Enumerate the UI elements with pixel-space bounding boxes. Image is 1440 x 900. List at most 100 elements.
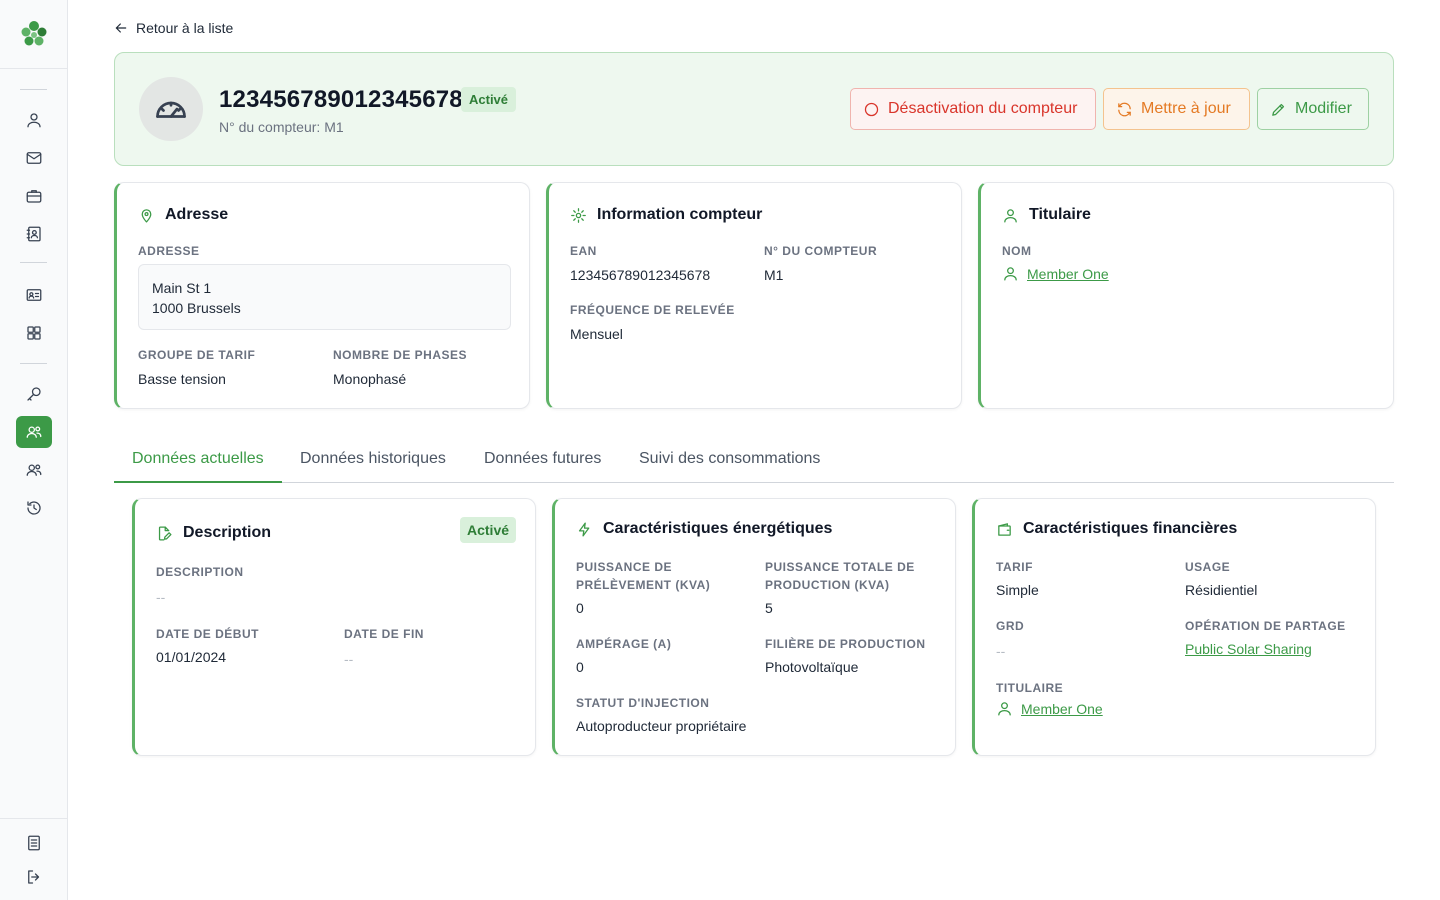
production-power-value: 5 [765,600,773,616]
ean-value: 123456789012345678 [570,267,711,283]
meter-info-card: Information compteur EAN 123456789012345… [546,182,962,409]
finance-holder-link[interactable]: Member One [996,700,1103,717]
tariff-value: Simple [996,582,1039,598]
tab-historical-data[interactable]: Données historiques [300,436,446,482]
update-button[interactable]: Mettre à jour [1103,88,1250,130]
meter-header: 123456789012345678 Activé N° du compteur… [114,52,1394,166]
meter-number-subtitle: N° du compteur: M1 [219,119,344,135]
draw-power-value: 0 [576,600,584,616]
id-card-icon [26,289,42,301]
draw-power-label-line1: PUISSANCE DE [576,560,673,574]
sidebar-item-identities[interactable] [16,279,52,311]
injection-status-value: Autoproducteur propriétaire [576,718,747,734]
sidebar-item-members[interactable] [16,416,52,448]
holder-title-text: Titulaire [1029,206,1091,223]
sidebar-item-dashboard[interactable] [16,317,52,349]
address-card-title: Adresse [138,206,228,224]
search-key-icon [27,387,41,401]
sidebar-separator [20,262,47,263]
lightning-icon [578,521,590,537]
grid-icon [27,326,41,340]
amperage-value: 0 [576,659,584,675]
sidebar-item-organizations[interactable] [16,180,52,212]
injection-status-label: STATUT D'INJECTION [576,696,710,710]
phases-label: NOMBRE DE PHASES [333,348,468,362]
holder-member-name: Member One [1027,265,1109,282]
tariff-label: TARIF [996,560,1033,574]
description-label: DESCRIPTION [156,565,244,579]
refresh-icon [1118,102,1131,116]
meter-avatar [139,77,203,141]
start-date-value: 01/01/2024 [156,649,227,665]
holder-card: Titulaire NOM Member One [978,182,1394,409]
holder-member-link[interactable]: Member One [1002,265,1109,282]
deactivate-meter-button[interactable]: Désactivation du compteur [850,88,1096,130]
circle-icon [864,102,879,116]
energy-card-title: Caractéristiques énergétiques [576,520,832,538]
production-power-label: PUISSANCE TOTALE DE PRODUCTION (KVA) [765,558,915,594]
meter-number-label: N° DU COMPTEUR [764,244,878,258]
frequency-value: Mensuel [570,326,623,342]
sidebar-item-profile[interactable] [16,104,52,136]
sidebar-divider [0,68,68,69]
finance-card: Caractéristiques financières TARIF Simpl… [972,498,1376,756]
tab-future-data[interactable]: Données futures [484,436,601,482]
group-icon [26,464,42,476]
wallet-icon [998,522,1011,536]
edit-button[interactable]: Modifier [1257,88,1369,130]
tab-consumption-tracking[interactable]: Suivi des consommations [639,436,820,482]
arrow-left-icon [115,23,127,33]
sharing-operation-link[interactable]: Public Solar Sharing [1185,641,1312,657]
production-power-label-line2: PRODUCTION (KVA) [765,578,890,592]
tariff-group-label: GROUPE DE TARIF [138,348,256,362]
grd-label: GRD [996,619,1025,633]
finance-title-text: Caractéristiques financières [1023,520,1238,537]
address-box: Main St 1 1000 Brussels [138,264,511,330]
sidebar-item-keys[interactable] [16,378,52,410]
description-value: -- [156,589,166,605]
draw-power-label-line2: PRÉLÈVEMENT (KVA) [576,578,711,592]
edit-document-icon [158,525,172,541]
usage-value: Résidientiel [1185,582,1258,598]
sidebar-item-contacts[interactable] [16,218,52,250]
user-icon [998,702,1011,716]
data-tabs: Données actuelles Données historiques Do… [114,436,1394,483]
holder-card-title: Titulaire [1002,206,1091,224]
usage-label: USAGE [1185,560,1231,574]
sidebar-item-documents[interactable] [16,827,52,859]
finance-card-title: Caractéristiques financières [996,520,1237,538]
amperage-label: AMPÉRAGE (A) [576,637,672,651]
tab-current-data[interactable]: Données actuelles [114,436,282,483]
address-label: ADRESSE [138,244,200,258]
logo-icon[interactable] [19,19,49,49]
sidebar [0,0,68,900]
holder-name-label: NOM [1002,244,1032,258]
address-line1: Main St 1 [152,280,212,296]
energy-title-text: Caractéristiques énergétiques [603,520,833,537]
edit-label: Modifier [1295,100,1352,117]
user-icon [1004,267,1017,281]
map-pin-icon [141,208,152,223]
description-card-title: Description [156,524,271,542]
production-power-label-line1: PUISSANCE TOTALE DE [765,560,915,574]
user-icon [1004,208,1017,223]
sidebar-item-history[interactable] [16,492,52,524]
gauge-icon [156,101,186,118]
back-to-list-link[interactable]: Retour à la liste [113,20,233,36]
sidebar-item-messages[interactable] [16,142,52,174]
address-card: Adresse ADRESSE Main St 1 1000 Brussels … [114,182,530,409]
end-date-label: DATE DE FIN [344,627,424,641]
contacts-icon [26,226,41,242]
description-card: Description Activé DESCRIPTION -- DATE D… [132,498,536,756]
sidebar-item-groups[interactable] [16,454,52,486]
pencil-icon [1272,103,1285,116]
grd-value: -- [996,643,1006,659]
user-icon [27,113,41,128]
sidebar-item-logout[interactable] [16,861,52,893]
logout-icon [28,870,40,884]
mail-icon [26,152,42,164]
frequency-label: FRÉQUENCE DE RELEVÉE [570,303,735,317]
gear-icon [571,207,586,223]
production-sector-label: FILIÈRE DE PRODUCTION [765,637,926,651]
start-date-label: DATE DE DÉBUT [156,627,259,641]
